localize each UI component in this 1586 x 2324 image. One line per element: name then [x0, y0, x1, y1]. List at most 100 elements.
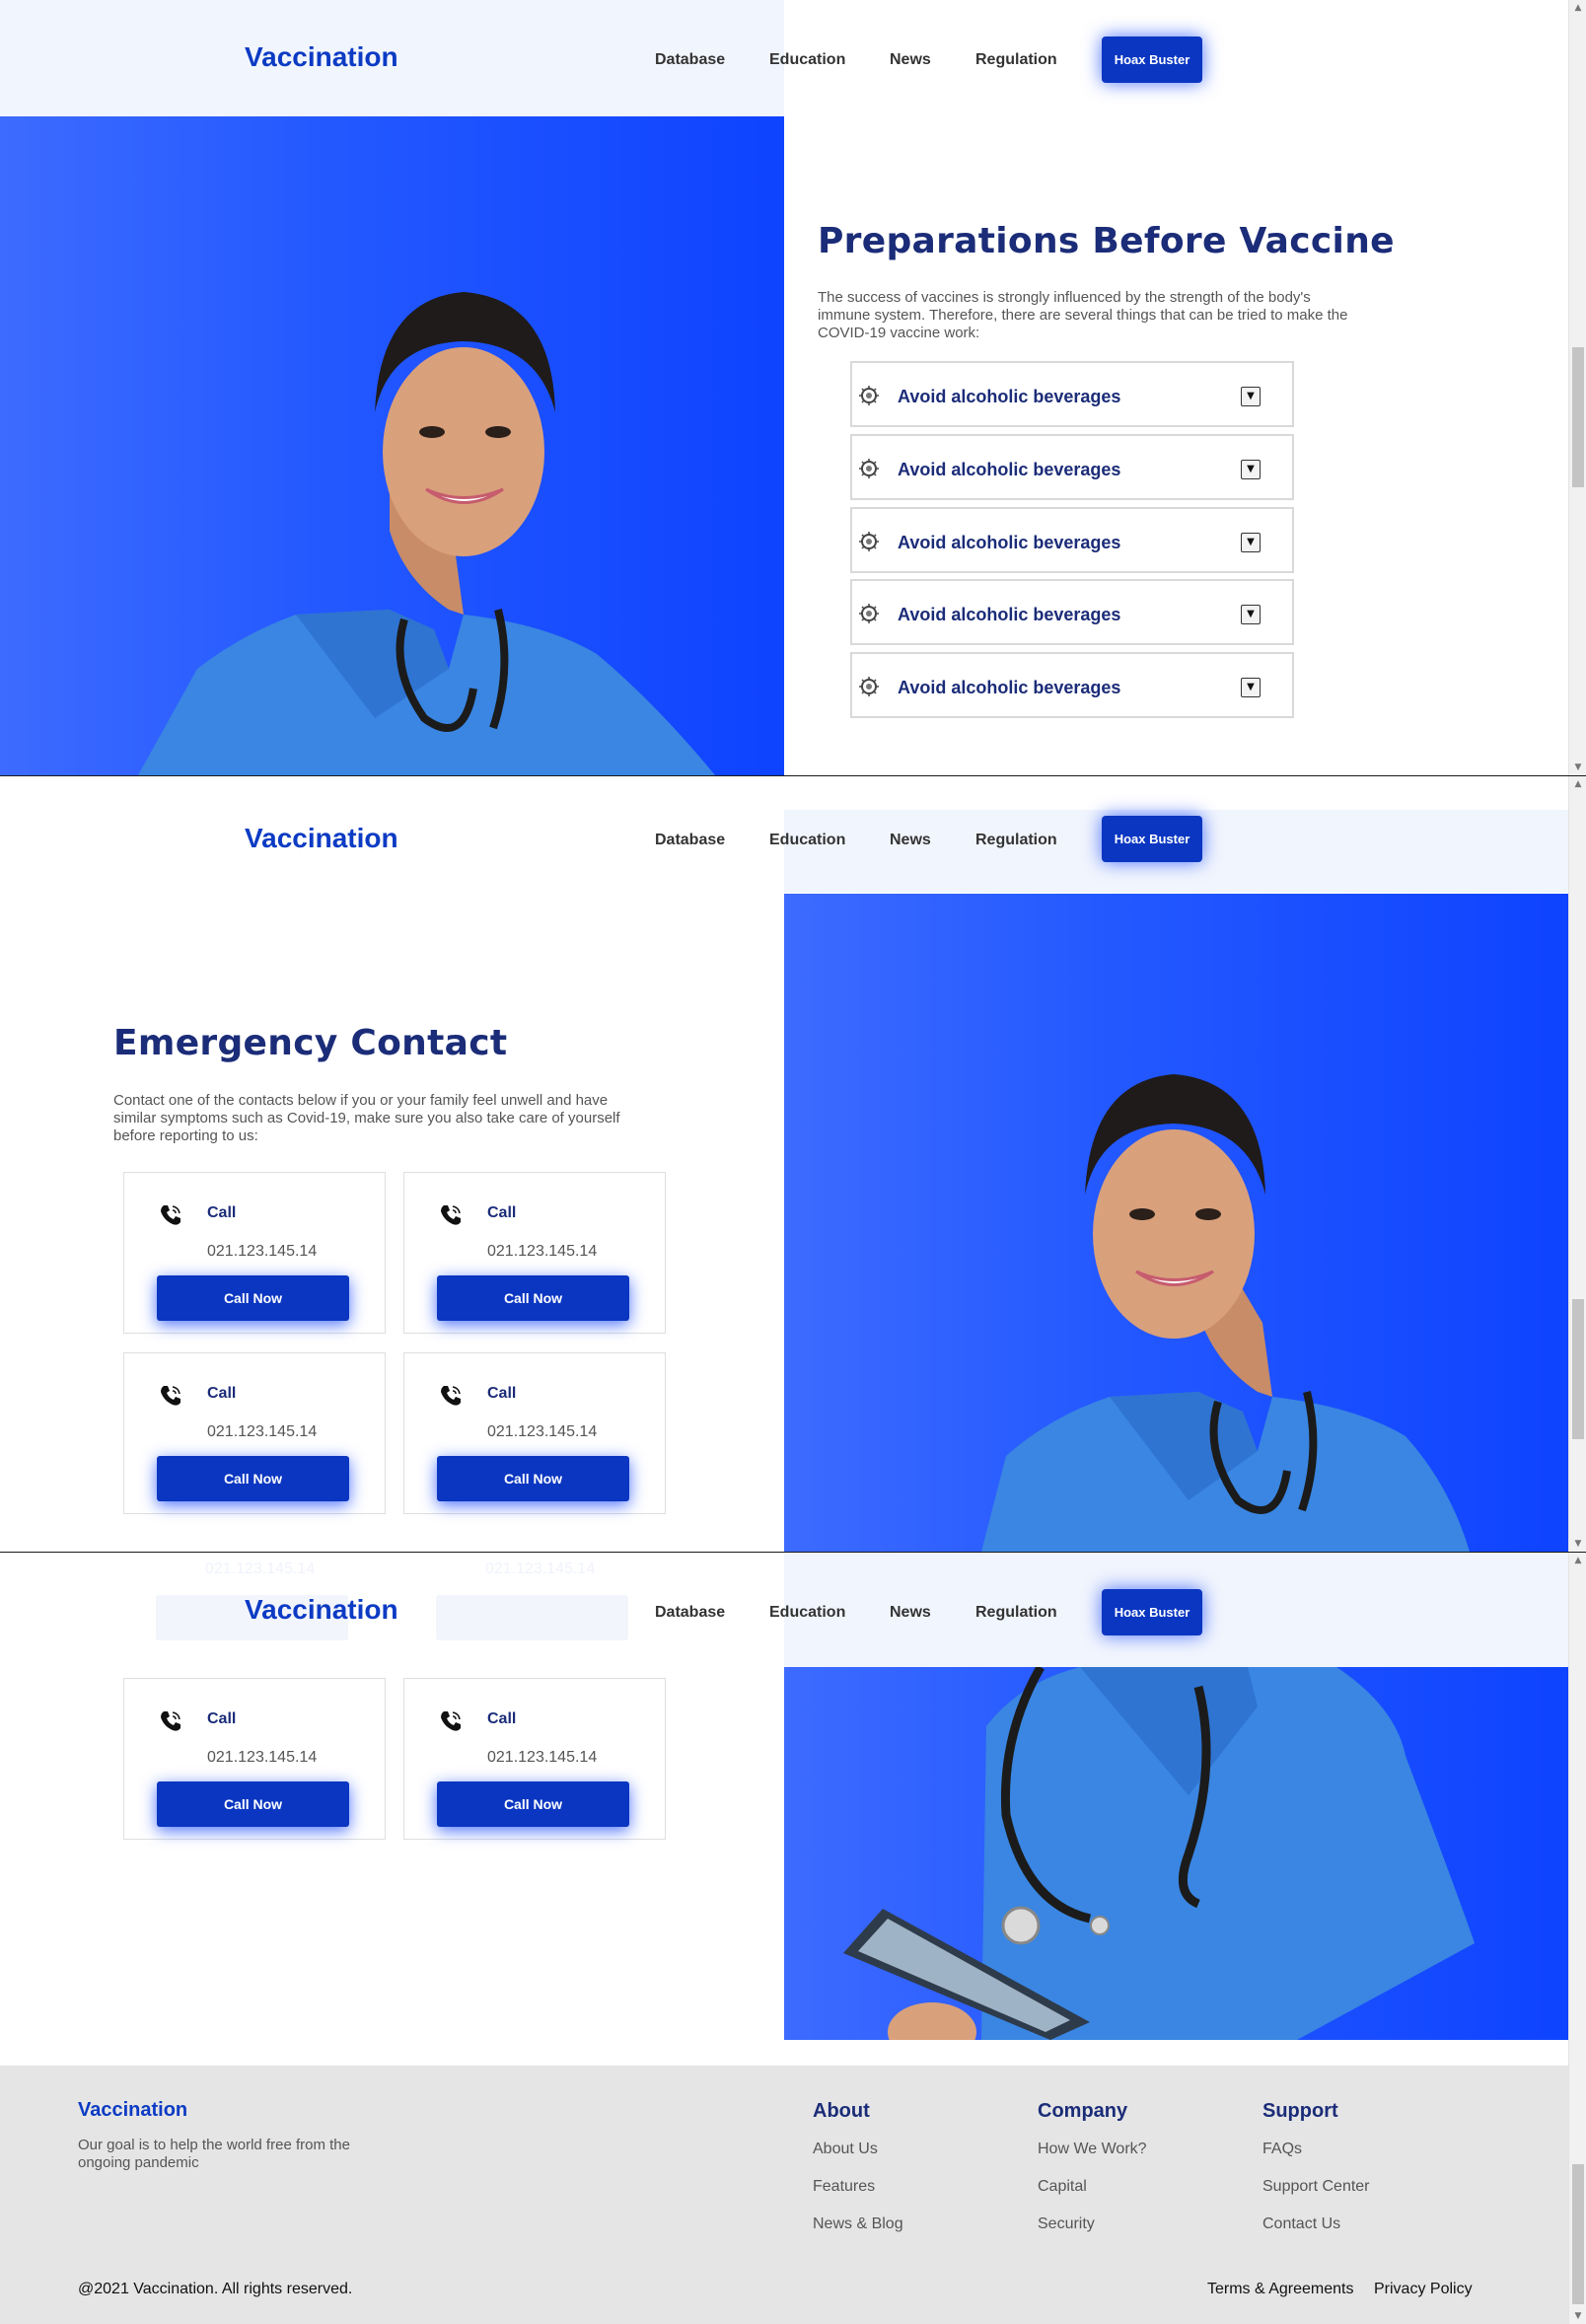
footer-description: Our goal is to help the world free from …: [78, 2137, 350, 2171]
nav-database[interactable]: Database: [655, 832, 725, 849]
card-phone-number: 021.123.145.14: [207, 1749, 318, 1766]
chevron-down-icon[interactable]: ▼: [1241, 460, 1261, 479]
scroll-down-icon[interactable]: ▼: [1569, 760, 1586, 775]
scrollbar-thumb[interactable]: [1572, 1299, 1584, 1439]
hoax-buster-button[interactable]: Hoax Buster: [1102, 1589, 1202, 1635]
hoax-buster-button[interactable]: Hoax Buster: [1102, 816, 1202, 862]
footer-support-title: Support: [1262, 2100, 1338, 2122]
nav-regulation[interactable]: Regulation: [975, 51, 1057, 69]
chevron-down-icon[interactable]: ▼: [1241, 387, 1261, 406]
card-phone-number: 021.123.145.14: [207, 1243, 318, 1260]
footer-link-news-blog[interactable]: News & Blog: [813, 2215, 903, 2233]
terms-link[interactable]: Terms & Agreements: [1207, 2281, 1354, 2298]
brand-logo[interactable]: Vaccination: [245, 41, 398, 73]
accordion-item[interactable]: Avoid alcoholic beverages ▼: [850, 579, 1294, 645]
nav-regulation[interactable]: Regulation: [975, 1604, 1057, 1622]
scroll-up-icon[interactable]: ▲: [1569, 0, 1586, 16]
contact-card: Call 021.123.145.14 Call Now: [403, 1678, 666, 1840]
chevron-down-icon[interactable]: ▼: [1241, 533, 1261, 552]
card-phone-number: 021.123.145.14: [487, 1749, 598, 1766]
call-now-button[interactable]: Call Now: [157, 1456, 349, 1501]
accordion-item[interactable]: Avoid alcoholic beverages ▼: [850, 434, 1294, 500]
phone-icon: [161, 1711, 180, 1731]
scrollbar-thumb[interactable]: [1572, 2164, 1584, 2304]
call-now-button[interactable]: Call Now: [437, 1275, 629, 1321]
brand-logo[interactable]: Vaccination: [245, 823, 398, 854]
nurse-illustration: [843, 1667, 1475, 2040]
scrollbar[interactable]: ▲ ▼: [1568, 0, 1586, 775]
preparations-intro: The success of vaccines is strongly infl…: [818, 289, 1348, 342]
nurse-illustration: [138, 292, 715, 775]
card-title: Call: [207, 1385, 237, 1402]
brand-logo[interactable]: Vaccination: [245, 1594, 398, 1626]
footer-link-about-us[interactable]: About Us: [813, 2141, 878, 2158]
card-title: Call: [487, 1204, 517, 1221]
call-now-button[interactable]: Call Now: [437, 1456, 629, 1501]
viewport-frame-2: Vaccination Database Education News Regu…: [0, 776, 1586, 1552]
footer-about-title: About: [813, 2100, 870, 2122]
scrollbar[interactable]: ▲ ▼: [1568, 1553, 1586, 2324]
accordion-label: Avoid alcoholic beverages: [898, 387, 1121, 406]
nurse-illustration: [981, 1074, 1470, 1552]
contact-card: Call 021.123.145.14 Call Now: [123, 1678, 386, 1840]
scroll-up-icon[interactable]: ▲: [1569, 1553, 1586, 1568]
virus-icon: [859, 532, 879, 551]
footer-link-features[interactable]: Features: [813, 2178, 875, 2196]
scroll-down-icon[interactable]: ▼: [1569, 2308, 1586, 2324]
accordion-item[interactable]: Avoid alcoholic beverages ▼: [850, 652, 1294, 718]
footer-link-security[interactable]: Security: [1038, 2215, 1095, 2233]
nav-education[interactable]: Education: [769, 51, 845, 69]
intro-line: immune system. Therefore, there are seve…: [818, 307, 1348, 324]
nav-news[interactable]: News: [890, 832, 931, 849]
chevron-down-icon[interactable]: ▼: [1241, 605, 1261, 624]
footer-company-title: Company: [1038, 2100, 1128, 2122]
privacy-link[interactable]: Privacy Policy: [1374, 2281, 1473, 2298]
scrollbar-thumb[interactable]: [1572, 347, 1584, 487]
contact-card: Call 021.123.145.14 Call Now: [123, 1172, 386, 1334]
accordion-label: Avoid alcoholic beverages: [898, 678, 1121, 697]
call-now-button[interactable]: Call Now: [437, 1781, 629, 1827]
phone-icon: [441, 1386, 461, 1406]
nav-education[interactable]: Education: [769, 832, 845, 849]
call-now-button[interactable]: Call Now: [157, 1781, 349, 1827]
accordion-label: Avoid alcoholic beverages: [898, 533, 1121, 552]
footer-link-faqs[interactable]: FAQs: [1262, 2141, 1302, 2158]
footer-link-capital[interactable]: Capital: [1038, 2178, 1087, 2196]
phone-icon: [161, 1386, 180, 1406]
intro-line: similar symptoms such as Covid-19, make …: [113, 1110, 620, 1126]
accordion-label: Avoid alcoholic beverages: [898, 460, 1121, 479]
site-header: Vaccination Database Education News Regu…: [0, 1553, 1568, 1669]
footer-link-support-center[interactable]: Support Center: [1262, 2178, 1370, 2196]
contact-card: Call 021.123.145.14 Call Now: [123, 1352, 386, 1514]
call-now-button[interactable]: Call Now: [157, 1275, 349, 1321]
card-phone-number: 021.123.145.14: [207, 1423, 318, 1440]
accordion-label: Avoid alcoholic beverages: [898, 605, 1121, 624]
footer-brand[interactable]: Vaccination: [78, 2099, 187, 2122]
nav-database[interactable]: Database: [655, 51, 725, 69]
site-footer: Vaccination Our goal is to help the worl…: [0, 2066, 1568, 2324]
intro-line: before reporting to us:: [113, 1127, 258, 1144]
scroll-down-icon[interactable]: ▼: [1569, 1536, 1586, 1552]
preparations-title: Preparations Before Vaccine: [818, 221, 1395, 261]
footer-link-how-we-work[interactable]: How We Work?: [1038, 2141, 1147, 2158]
contact-card: Call 021.123.145.14 Call Now: [403, 1352, 666, 1514]
scroll-up-icon[interactable]: ▲: [1569, 776, 1586, 792]
nav-regulation[interactable]: Regulation: [975, 832, 1057, 849]
footer-link-contact-us[interactable]: Contact Us: [1262, 2215, 1340, 2233]
accordion-item[interactable]: Avoid alcoholic beverages ▼: [850, 361, 1294, 427]
nav-news[interactable]: News: [890, 1604, 931, 1622]
phone-icon: [161, 1205, 180, 1225]
accordion-item[interactable]: Avoid alcoholic beverages ▼: [850, 507, 1294, 573]
nav-education[interactable]: Education: [769, 1604, 845, 1622]
chevron-down-icon[interactable]: ▼: [1241, 678, 1261, 697]
nav-news[interactable]: News: [890, 51, 931, 69]
intro-line: Contact one of the contacts below if you…: [113, 1092, 609, 1109]
hoax-buster-button[interactable]: Hoax Buster: [1102, 36, 1202, 83]
hero-image-panel: [784, 894, 1568, 1552]
virus-icon: [859, 459, 879, 478]
nav-database[interactable]: Database: [655, 1604, 725, 1622]
card-title: Call: [487, 1710, 517, 1727]
virus-icon: [859, 677, 879, 696]
scrollbar[interactable]: ▲ ▼: [1568, 776, 1586, 1552]
card-phone-number: 021.123.145.14: [487, 1243, 598, 1260]
